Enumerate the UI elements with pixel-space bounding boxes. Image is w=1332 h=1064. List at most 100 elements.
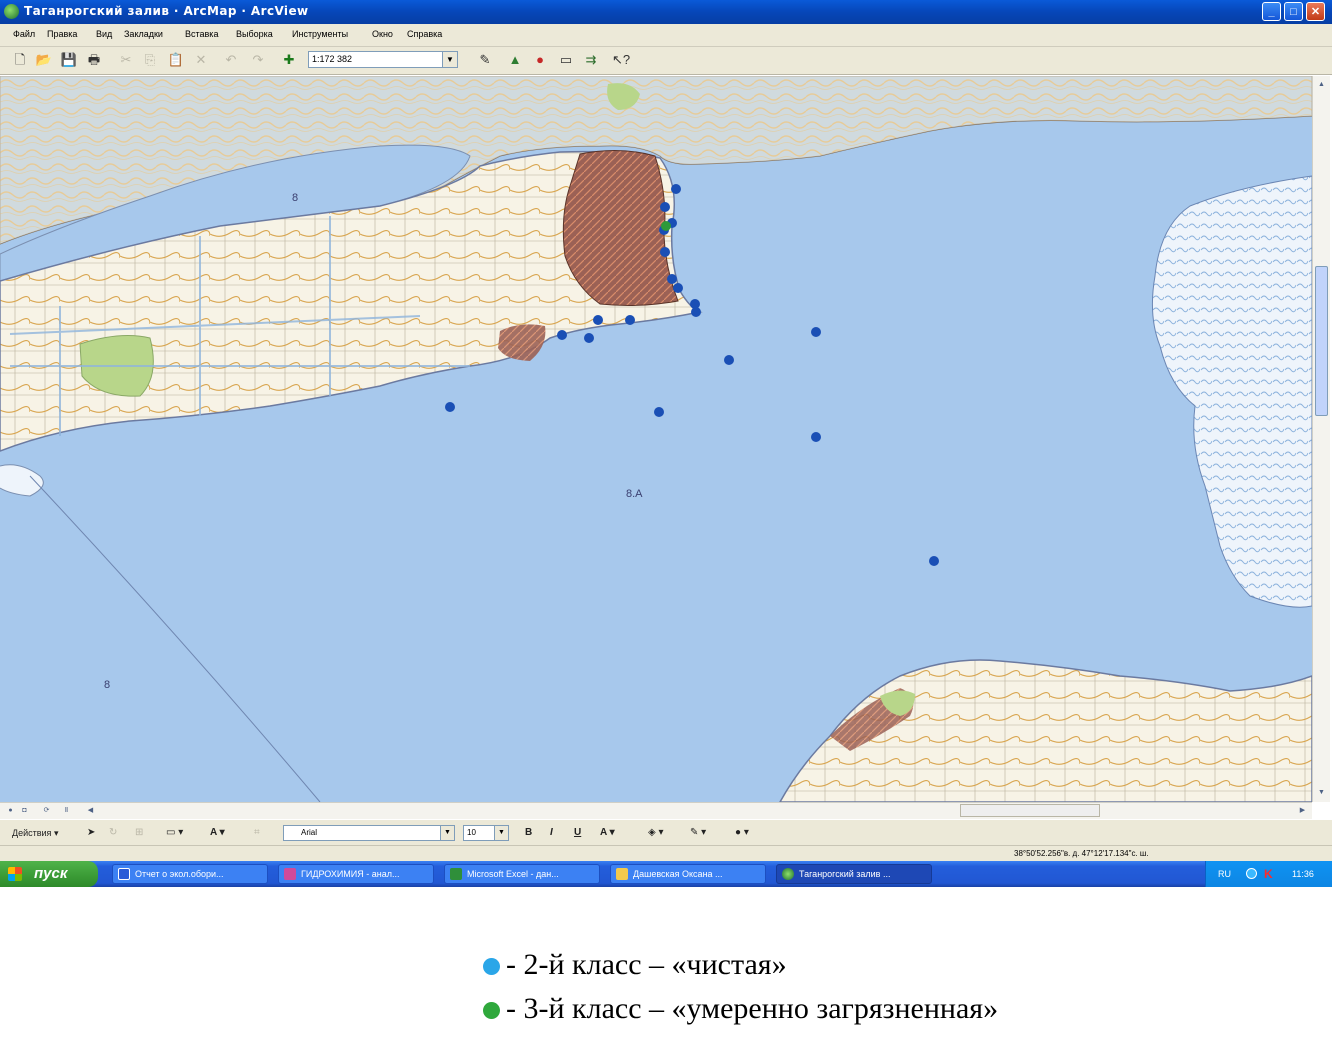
chevron-down-icon[interactable]: ▼ <box>440 826 454 840</box>
taskbar-item-folder[interactable]: Дашевская Оксана ... <box>610 864 766 884</box>
menu-edit[interactable]: Правка <box>47 29 77 39</box>
drawing-actions-label: Действия <box>12 828 52 838</box>
delete-icon[interactable]: ✕ <box>192 51 210 69</box>
new-document-icon[interactable]: 🗋 <box>11 51 29 69</box>
taskbar-item-arcmap[interactable]: Таганрогский залив ... <box>776 864 932 884</box>
new-text-icon[interactable]: A ▾ <box>210 824 225 842</box>
menu-insert[interactable]: Вставка <box>185 29 218 39</box>
arcmap-app-icon <box>4 4 19 19</box>
legend-label: - 3-й класс – «умеренно загрязненная» <box>506 992 999 1025</box>
font-family-combo[interactable]: Arial ▼ <box>283 825 455 841</box>
map-label: 8 <box>104 679 111 691</box>
editor-toolbar-icon[interactable]: ✎ <box>476 51 494 69</box>
legend-label: - 2-й класс – «чистая» <box>506 948 787 981</box>
windows-logo-icon <box>8 867 22 881</box>
legend-item-class-3: - 3-й класс – «умеренно загрязненная» <box>483 992 998 1026</box>
map-label: 8.A <box>626 488 643 500</box>
network-icon[interactable] <box>1246 868 1257 879</box>
horizontal-scrollbar[interactable]: ● ◘ ⟳ Ⅱ ◀ ▶ <box>0 802 1312 819</box>
close-button[interactable]: ✕ <box>1306 2 1325 21</box>
font-family-value: Arial <box>301 828 318 837</box>
start-button[interactable]: пуск <box>0 861 98 887</box>
scroll-left-icon[interactable]: ◀ <box>84 804 97 817</box>
zoom-to-selected-icon[interactable]: ⊞ <box>135 824 143 842</box>
system-clock: 11:36 <box>1292 869 1314 879</box>
standard-toolbar: 🗋 📂 💾 🖶 ✂ ⎘ 📋 ✕ ↶ ↷ ✚ 1:172 382 ▼ ✎ ▲ ● … <box>0 47 1332 75</box>
status-bar: 38°50'52.256"в. д. 47°12'17.134"с. ш. <box>0 845 1332 862</box>
station-class-3 <box>661 221 671 231</box>
rectangle-icon[interactable]: ▭ ▾ <box>166 824 183 842</box>
drawing-actions-menu[interactable]: Действия ▾ <box>12 824 58 842</box>
chevron-down-icon[interactable]: ▼ <box>494 826 508 840</box>
windows-taskbar: пуск Отчет о экол.обори... ГИДРОХИМИЯ - … <box>0 861 1332 887</box>
maximize-button[interactable]: □ <box>1284 2 1303 21</box>
window-title: Таганрогский залив · ArcMap · ArcView <box>24 4 309 18</box>
menu-selection[interactable]: Выборка <box>236 29 273 39</box>
vertical-scroll-thumb[interactable] <box>1315 266 1328 416</box>
font-color-icon[interactable]: A ▾ <box>600 824 615 842</box>
copy-icon[interactable]: ⎘ <box>141 51 159 69</box>
horizontal-scroll-thumb[interactable] <box>960 804 1100 817</box>
vertical-scrollbar[interactable]: ▲ ▼ <box>1312 76 1330 802</box>
model-builder-icon[interactable]: ⇉ <box>582 51 600 69</box>
bold-button[interactable]: B <box>525 824 532 842</box>
open-folder-icon[interactable]: 📂 <box>35 51 53 69</box>
minimize-button[interactable]: _ <box>1262 2 1281 21</box>
arccatalog-icon[interactable]: ▲ <box>506 51 524 69</box>
cut-icon[interactable]: ✂ <box>117 51 135 69</box>
pause-draw-icon[interactable]: Ⅱ <box>60 804 73 817</box>
layout-view-icon[interactable]: ◘ <box>18 804 31 817</box>
chevron-down-icon[interactable]: ▼ <box>442 52 457 67</box>
taskbar-item-hydrochemistry[interactable]: ГИДРОХИМИЯ - анал... <box>278 864 434 884</box>
map-scale-combo[interactable]: 1:172 382 ▼ <box>308 51 458 68</box>
map-label: 8 <box>292 192 299 204</box>
word-document-icon <box>118 868 130 880</box>
arcmap-app-icon <box>782 868 794 880</box>
command-line-icon[interactable]: ▭ <box>557 51 575 69</box>
scroll-down-icon[interactable]: ▼ <box>1315 786 1328 799</box>
start-label: пуск <box>34 865 68 882</box>
undo-icon[interactable]: ↶ <box>222 51 240 69</box>
data-view-icon[interactable]: ● <box>4 804 17 817</box>
paste-icon[interactable]: 📋 <box>167 51 185 69</box>
document-icon <box>284 868 296 880</box>
menu-bookmarks[interactable]: Закладки <box>124 29 163 39</box>
menu-tools[interactable]: Инструменты <box>292 29 348 39</box>
scroll-right-icon[interactable]: ▶ <box>1296 804 1309 817</box>
add-data-icon[interactable]: ✚ <box>280 51 298 69</box>
scroll-up-icon[interactable]: ▲ <box>1315 78 1328 91</box>
marker-color-icon[interactable]: ● ▾ <box>735 824 749 842</box>
antivirus-icon[interactable]: K <box>1264 867 1273 881</box>
legend-dot-icon <box>483 958 500 975</box>
menu-window[interactable]: Окно <box>372 29 393 39</box>
rotate-icon[interactable]: ↻ <box>109 824 117 842</box>
legend-item-class-2: - 2-й класс – «чистая» <box>483 948 787 982</box>
excel-icon <box>450 868 462 880</box>
cursor-coordinates: 38°50'52.256"в. д. 47°12'17.134"с. ш. <box>1014 849 1149 858</box>
taskbar-item-report[interactable]: Отчет о экол.обори... <box>112 864 268 884</box>
fill-color-icon[interactable]: ◈ ▾ <box>648 824 664 842</box>
legend-dot-icon <box>483 1002 500 1019</box>
map-canvas <box>0 76 1312 802</box>
menu-file[interactable]: Файл <box>13 29 35 39</box>
menu-help[interactable]: Справка <box>407 29 442 39</box>
save-icon[interactable]: 💾 <box>60 51 78 69</box>
title-bar: Таганрогский залив · ArcMap · ArcView _ … <box>0 0 1332 24</box>
select-elements-icon[interactable]: ➤ <box>87 824 95 842</box>
underline-button[interactable]: U <box>574 824 581 842</box>
map-scale-value: 1:172 382 <box>312 54 353 64</box>
menu-view[interactable]: Вид <box>96 29 112 39</box>
line-color-icon[interactable]: ✎ ▾ <box>690 824 706 842</box>
language-indicator[interactable]: RU <box>1218 869 1231 879</box>
edit-vertices-icon[interactable]: ⌗ <box>254 824 260 842</box>
arctoolbox-icon[interactable]: ● <box>531 51 549 69</box>
whats-this-icon[interactable]: ↖? <box>612 51 630 69</box>
italic-button[interactable]: I <box>550 824 553 842</box>
menu-bar: Файл Правка Вид Закладки Вставка Выборка… <box>0 24 1332 47</box>
redo-icon[interactable]: ↷ <box>249 51 267 69</box>
map-view[interactable]: 8 8.A 8 <box>0 76 1312 802</box>
font-size-combo[interactable]: 10 ▼ <box>463 825 509 841</box>
taskbar-item-excel[interactable]: Microsoft Excel - дан... <box>444 864 600 884</box>
refresh-icon[interactable]: ⟳ <box>40 804 53 817</box>
print-icon[interactable]: 🖶 <box>85 51 103 69</box>
